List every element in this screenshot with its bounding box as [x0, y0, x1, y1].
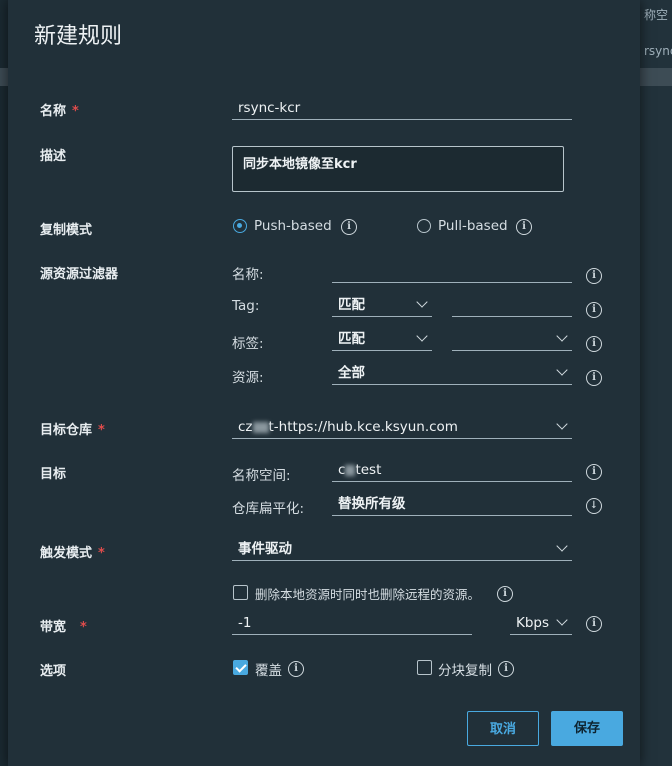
options-label: 选项: [40, 664, 67, 679]
delete-remote-checkbox[interactable]: [233, 585, 248, 600]
filter-label-label: 标签:: [232, 336, 264, 352]
pull-based-info-icon[interactable]: i: [516, 219, 532, 235]
pull-based-label: Pull-based: [438, 218, 508, 234]
filter-label-select[interactable]: [452, 327, 572, 351]
namespace-info-icon[interactable]: i: [586, 464, 602, 480]
filter-name-label: 名称:: [232, 267, 264, 283]
filter-resource-label: 资源:: [232, 370, 264, 386]
delete-remote-info-icon[interactable]: i: [497, 586, 513, 602]
namespace-label: 名称空间:: [232, 468, 291, 484]
description-textarea[interactable]: 同步本地镜像至kcr: [232, 146, 564, 192]
filter-label-info-icon[interactable]: i: [586, 336, 602, 352]
flatten-select[interactable]: 替换所有级: [332, 492, 572, 516]
target-registry-label: 目标仓库 *: [40, 423, 105, 438]
redacted-text: [252, 421, 269, 433]
name-input[interactable]: rsync-kcr: [232, 96, 572, 120]
override-checkbox[interactable]: [233, 660, 248, 675]
target-label: 目标: [40, 467, 67, 482]
trigger-mode-select[interactable]: 事件驱动: [232, 537, 572, 561]
resource-select[interactable]: 全部: [332, 361, 572, 385]
chevron-down-icon: [556, 364, 568, 376]
push-based-label: Push-based: [254, 218, 332, 234]
name-label: 名称 *: [40, 104, 79, 119]
tag-match-select[interactable]: 匹配: [332, 293, 432, 317]
chunked-copy-info-icon[interactable]: i: [498, 661, 514, 677]
flatten-label: 仓库扁平化:: [232, 501, 305, 517]
push-based-radio[interactable]: [233, 219, 247, 233]
trigger-mode-label: 触发模式 *: [40, 546, 105, 561]
chevron-down-icon: [556, 418, 568, 430]
bandwidth-unit-select[interactable]: Kbps: [510, 611, 572, 635]
filter-tag-label: Tag:: [232, 298, 260, 314]
namespace-input[interactable]: c test: [332, 458, 572, 482]
delete-remote-label: 删除本地资源时同时也删除远程的资源。: [255, 587, 481, 602]
description-label: 描述: [40, 149, 67, 164]
filter-tag-input[interactable]: [452, 293, 572, 317]
replication-mode-label: 复制模式: [40, 223, 93, 238]
background-row-text: rsync: [644, 44, 672, 58]
label-match-select[interactable]: 匹配: [332, 327, 432, 351]
background-column-header: 称空: [644, 8, 669, 22]
target-registry-select[interactable]: cz t-https://hub.kce.ksyun.com: [232, 415, 572, 439]
override-label: 覆盖: [255, 663, 282, 679]
chunked-copy-checkbox[interactable]: [417, 660, 432, 675]
chevron-down-icon: [556, 614, 568, 626]
chevron-down-icon: [556, 540, 568, 552]
dialog-title: 新建规则: [34, 24, 123, 49]
filter-resource-info-icon[interactable]: i: [586, 370, 602, 386]
chevron-down-icon: [416, 330, 428, 342]
redacted-text: [345, 464, 356, 476]
source-filter-label: 源资源过滤器: [40, 267, 119, 282]
chevron-down-icon: [416, 296, 428, 308]
new-rule-dialog: 新建规则 名称 * rsync-kcr 描述 同步本地镜像至kcr 复制模式 Pu…: [8, 0, 640, 766]
filter-name-info-icon[interactable]: i: [586, 268, 602, 284]
cancel-button[interactable]: 取消: [467, 711, 539, 746]
chunked-copy-label: 分块复制: [438, 663, 492, 679]
flatten-info-icon[interactable]: ↓: [586, 498, 602, 514]
filter-name-input[interactable]: [332, 259, 572, 283]
bandwidth-info-icon[interactable]: i: [586, 616, 602, 632]
bandwidth-input[interactable]: -1: [232, 611, 472, 635]
pull-based-radio[interactable]: [417, 219, 431, 233]
filter-tag-info-icon[interactable]: i: [586, 302, 602, 318]
save-button[interactable]: 保存: [551, 711, 623, 746]
override-info-icon[interactable]: i: [288, 661, 304, 677]
chevron-down-icon: [556, 330, 568, 342]
push-based-info-icon[interactable]: i: [341, 219, 357, 235]
bandwidth-label: 带宽 *: [40, 620, 87, 635]
